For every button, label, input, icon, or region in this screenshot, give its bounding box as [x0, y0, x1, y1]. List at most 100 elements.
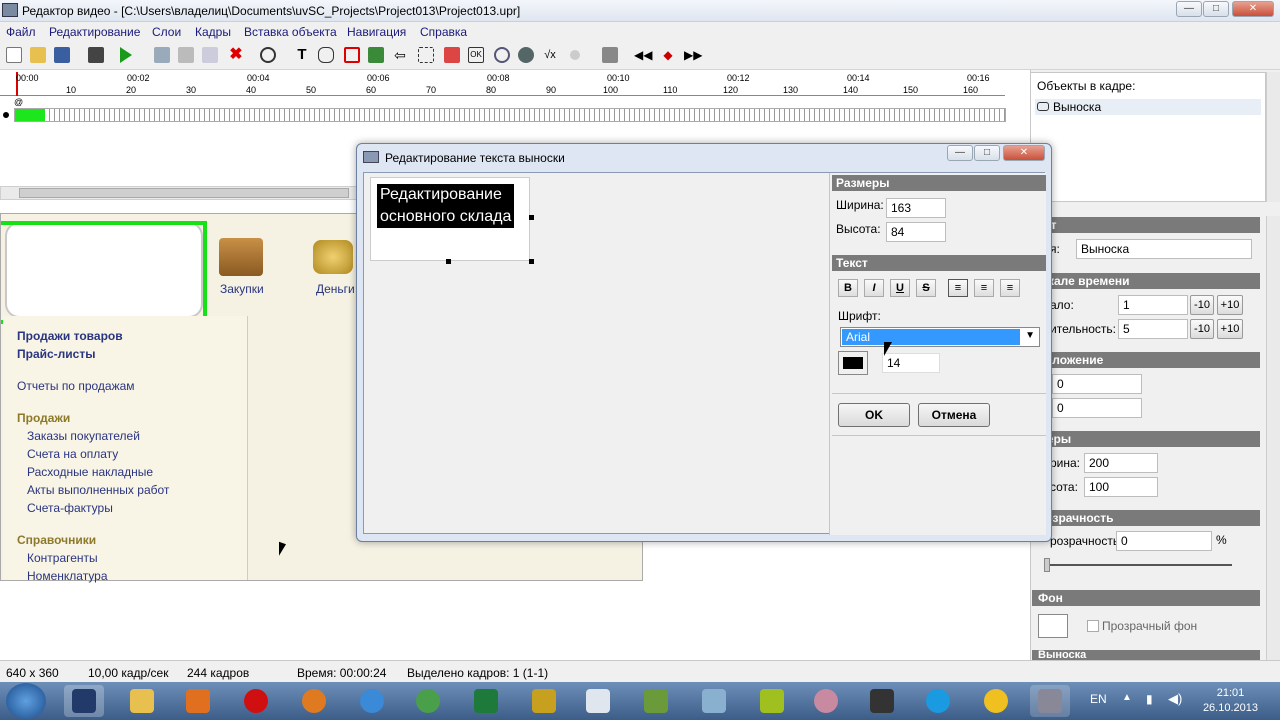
- duration-plus10-button[interactable]: +10: [1217, 319, 1243, 339]
- text-edit-area[interactable]: Редактирование основного склада: [366, 175, 828, 531]
- nav-item-reports[interactable]: Отчеты по продажам: [17, 379, 135, 393]
- taskbar-1c[interactable]: [976, 685, 1016, 717]
- record-icon[interactable]: [570, 50, 580, 60]
- pos-y-select[interactable]: 0: [1052, 398, 1142, 418]
- taskbar-chart[interactable]: [636, 685, 676, 717]
- dialog-minimize-button[interactable]: —: [947, 145, 973, 161]
- taskbar-media[interactable]: [178, 685, 218, 717]
- object-row[interactable]: Выноска: [1035, 99, 1261, 115]
- name-field[interactable]: Выноска: [1076, 239, 1252, 259]
- dialog-titlebar[interactable]: Редактирование текста выноски — □ ✕: [357, 144, 1051, 172]
- language-indicator[interactable]: EN: [1090, 692, 1107, 706]
- nav-item-tax-invoices[interactable]: Счета-фактуры: [27, 501, 113, 515]
- split-icon[interactable]: ◆: [660, 47, 676, 63]
- taskbar-firefox[interactable]: [294, 685, 334, 717]
- nav-item-waybills[interactable]: Расходные накладные: [27, 465, 153, 479]
- taskbar-excel[interactable]: [466, 685, 506, 717]
- ok-button-tool-icon[interactable]: OK: [468, 47, 484, 63]
- next-frame-icon[interactable]: ▶▶: [684, 47, 702, 63]
- taskbar-7zip[interactable]: [524, 685, 564, 717]
- prev-frame-icon[interactable]: ◀◀: [634, 47, 652, 63]
- cut-icon[interactable]: [178, 47, 194, 63]
- text-color-button[interactable]: [838, 351, 868, 375]
- menu-help[interactable]: Справка: [420, 25, 467, 39]
- sound-tool-icon[interactable]: [518, 47, 534, 63]
- resize-handle-right[interactable]: [529, 215, 534, 220]
- font-select[interactable]: Arial ▼: [840, 327, 1040, 347]
- strikethrough-button[interactable]: S: [916, 279, 936, 297]
- play-icon[interactable]: [120, 47, 132, 63]
- italic-button[interactable]: I: [864, 279, 884, 297]
- start-select[interactable]: 1: [1118, 295, 1188, 315]
- dialog-maximize-button[interactable]: □: [974, 145, 1000, 161]
- copy-icon[interactable]: [154, 47, 170, 63]
- resize-handle-corner[interactable]: [529, 259, 534, 264]
- selected-frame[interactable]: [15, 109, 45, 121]
- frame-strip[interactable]: [14, 108, 1006, 122]
- duration-minus10-button[interactable]: -10: [1190, 319, 1214, 339]
- taskbar-binoculars[interactable]: [862, 685, 902, 717]
- underline-button[interactable]: U: [890, 279, 910, 297]
- menu-navigation[interactable]: Навигация: [347, 25, 406, 39]
- clock[interactable]: 21:01 26.10.2013: [1203, 686, 1258, 716]
- close-button[interactable]: ✕: [1232, 1, 1274, 17]
- open-folder-icon[interactable]: [30, 47, 46, 63]
- height-field[interactable]: 100: [1084, 477, 1158, 497]
- nav-item-invoices[interactable]: Счета на оплату: [27, 447, 118, 461]
- chevron-down-icon[interactable]: ▼: [1025, 330, 1035, 341]
- taskbar-cloud[interactable]: [578, 685, 618, 717]
- align-center-icon[interactable]: ≡: [974, 279, 994, 297]
- ok-button[interactable]: OK: [838, 403, 910, 427]
- resize-handle-bottom[interactable]: [446, 259, 451, 264]
- align-left-icon[interactable]: ≡: [948, 279, 968, 297]
- start-button[interactable]: [6, 683, 46, 719]
- settings-icon[interactable]: [602, 47, 618, 63]
- dialog-height-field[interactable]: 84: [886, 222, 946, 242]
- menu-frames[interactable]: Кадры: [195, 25, 231, 39]
- width-field[interactable]: 200: [1084, 453, 1158, 473]
- nav-item-counterparties[interactable]: Контрагенты: [27, 551, 98, 565]
- arrow-tool-icon[interactable]: ⇦: [392, 47, 408, 63]
- bg-color-button[interactable]: [1038, 614, 1068, 638]
- dialog-close-button[interactable]: ✕: [1003, 145, 1045, 161]
- text-tool-icon[interactable]: T: [294, 47, 310, 63]
- taskbar-video-editor[interactable]: [64, 685, 104, 717]
- menu-file[interactable]: Файл: [6, 25, 36, 39]
- rectangle-tool-icon[interactable]: [344, 47, 360, 63]
- transparency-slider[interactable]: [1046, 564, 1232, 566]
- transparency-select[interactable]: 0: [1116, 531, 1212, 551]
- frame-tool-icon[interactable]: [418, 47, 434, 63]
- align-right-icon[interactable]: ≡: [1000, 279, 1020, 297]
- nav-item-pricelists[interactable]: Прайс-листы: [17, 347, 95, 361]
- callout-tool-icon[interactable]: [318, 47, 334, 63]
- scroll-thumb[interactable]: [19, 188, 349, 198]
- network-icon[interactable]: ▮: [1146, 692, 1153, 706]
- new-file-icon[interactable]: [6, 47, 22, 63]
- objects-list[interactable]: Объекты в кадре: Выноска: [1030, 72, 1266, 202]
- taskbar-7zip-alt[interactable]: [752, 685, 792, 717]
- paste-icon[interactable]: [202, 47, 218, 63]
- clock-icon[interactable]: [260, 47, 276, 63]
- tray-arrow-icon[interactable]: ▲: [1122, 692, 1132, 703]
- volume-icon[interactable]: ◀): [1168, 691, 1182, 707]
- callout-text-box[interactable]: Редактирование основного склада: [370, 177, 530, 261]
- menu-insert[interactable]: Вставка объекта: [244, 25, 337, 39]
- menu-layers[interactable]: Слои: [152, 25, 181, 39]
- taskbar-opera[interactable]: [236, 685, 276, 717]
- formula-tool-icon[interactable]: √x: [542, 47, 558, 63]
- duration-select[interactable]: 5: [1118, 319, 1188, 339]
- start-minus10-button[interactable]: -10: [1190, 295, 1214, 315]
- transparent-bg-checkbox[interactable]: [1087, 620, 1099, 632]
- selected-text[interactable]: Редактирование основного склада: [377, 184, 515, 228]
- nav-item-nomenclature[interactable]: Номенклатура: [27, 569, 108, 583]
- nav-item-sales[interactable]: Продажи товаров: [17, 329, 123, 343]
- slider-thumb[interactable]: [1044, 558, 1050, 572]
- objects-scrollbar[interactable]: [1266, 72, 1280, 202]
- marker-tool-icon[interactable]: [444, 47, 460, 63]
- taskbar-notes[interactable]: [694, 685, 734, 717]
- dialog-width-field[interactable]: 163: [886, 198, 946, 218]
- film-icon[interactable]: [88, 47, 104, 63]
- taskbar-folder[interactable]: [122, 685, 162, 717]
- props-scrollbar[interactable]: [1266, 216, 1280, 660]
- taskbar-ie[interactable]: [352, 685, 392, 717]
